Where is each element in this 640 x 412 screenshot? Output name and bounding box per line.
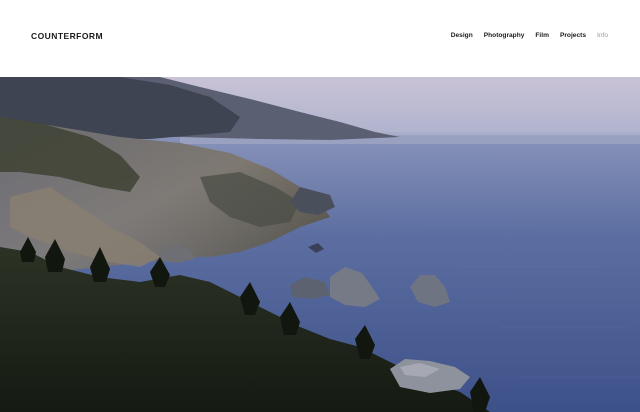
nav-link-film[interactable]: Film	[535, 31, 549, 41]
nav-link-design[interactable]: Design	[451, 31, 473, 41]
site-logo[interactable]: COUNTERFORM	[31, 30, 103, 42]
nav-link-info[interactable]: Info	[597, 31, 608, 41]
nav-link-photography[interactable]: Photography	[484, 31, 525, 41]
site-header: COUNTERFORM Design Photography Film Proj…	[0, 0, 640, 77]
hero-image	[0, 77, 640, 412]
hero-photo-coastline	[0, 77, 640, 412]
main-nav: Design Photography Film Projects Info	[451, 31, 608, 41]
nav-link-projects[interactable]: Projects	[560, 31, 586, 41]
